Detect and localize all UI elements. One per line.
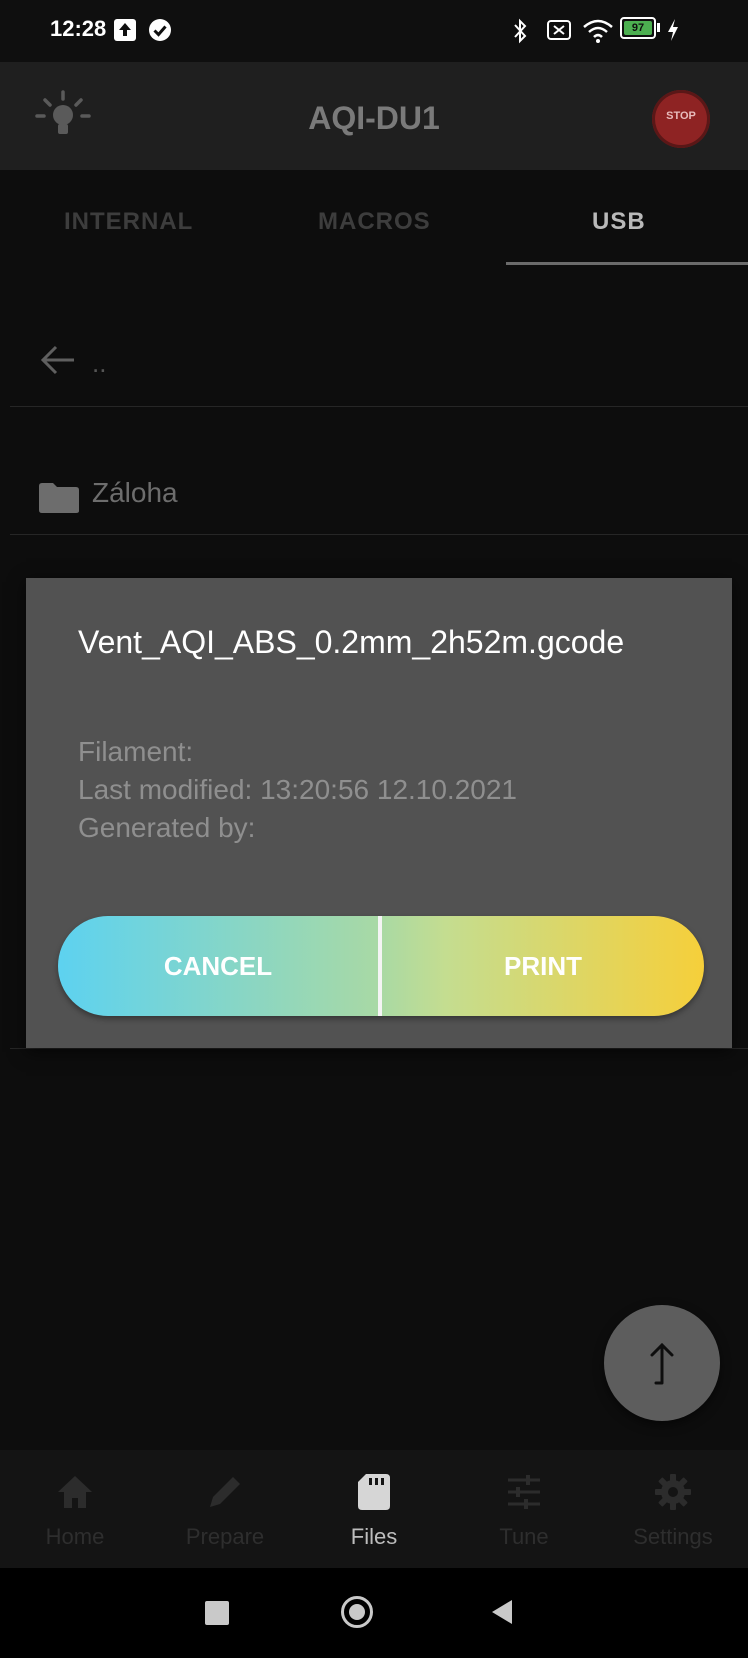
wifi-icon	[583, 19, 613, 43]
back-button[interactable]	[490, 1598, 514, 1626]
app-bar: AQI-DU1 STOP	[0, 62, 748, 170]
status-bar: 12:28 97	[0, 0, 748, 62]
nav-files[interactable]: Files	[299, 1450, 449, 1568]
system-navigation-bar	[0, 1568, 748, 1658]
folder-name: Záloha	[92, 477, 178, 508]
tab-internal[interactable]: INTERNAL	[64, 208, 193, 236]
emergency-stop-button[interactable]: STOP	[652, 90, 710, 148]
tab-bar: INTERNAL MACROS USB	[0, 170, 748, 282]
sliders-icon	[508, 1475, 540, 1509]
battery-tip	[657, 23, 660, 32]
folder-icon	[39, 483, 79, 513]
home-icon	[58, 1476, 92, 1508]
upload-arrow-icon	[650, 1342, 674, 1385]
tab-usb[interactable]: USB	[592, 208, 646, 236]
cancel-button[interactable]: CANCEL	[58, 916, 378, 1016]
app-title: AQI-DU1	[308, 100, 440, 136]
generated-by-info: Generated by:	[78, 812, 256, 843]
parent-directory-label: ..	[92, 348, 107, 378]
home-button[interactable]	[341, 1596, 373, 1628]
nav-label: Files	[350, 1524, 398, 1549]
gear-icon	[655, 1474, 691, 1510]
check-circle-icon	[149, 19, 171, 41]
filament-info: Filament:	[78, 736, 194, 767]
nav-label: Home	[45, 1524, 105, 1549]
home-button-dot	[349, 1604, 365, 1620]
nav-prepare[interactable]: Prepare	[150, 1450, 300, 1568]
sd-card-icon	[358, 1474, 390, 1510]
divider	[10, 406, 748, 407]
divider	[10, 1048, 748, 1049]
status-time: 12:28	[50, 16, 107, 41]
pencil-icon	[210, 1477, 240, 1507]
parent-directory-row[interactable]: ..	[0, 300, 748, 428]
upload-fab[interactable]	[604, 1305, 720, 1421]
battery-icon: 97	[620, 17, 656, 39]
stop-label: STOP	[666, 110, 696, 122]
battery-level: 97	[624, 21, 652, 35]
back-arrow-icon	[40, 345, 74, 375]
bottom-navigation: Home Prepare Files Tune Settings	[0, 1450, 748, 1568]
dialog-file-name: Vent_AQI_ABS_0.2mm_2h52m.gcode	[78, 624, 625, 660]
charging-icon	[668, 19, 678, 41]
sim-off-icon	[547, 20, 571, 40]
recents-button[interactable]	[205, 1601, 229, 1625]
file-details-dialog: Vent_AQI_ABS_0.2mm_2h52m.gcode Filament:…	[26, 578, 732, 1048]
dialog-button-group: CANCEL PRINT	[58, 916, 704, 1016]
nav-label: Prepare	[185, 1524, 265, 1549]
bluetooth-icon	[514, 18, 527, 44]
upload-notification-icon	[114, 19, 136, 41]
nav-tune[interactable]: Tune	[449, 1450, 599, 1568]
list-item[interactable]: Záloha	[0, 430, 748, 564]
divider	[10, 534, 748, 535]
active-tab-indicator	[506, 262, 748, 265]
nav-settings[interactable]: Settings	[598, 1450, 748, 1568]
last-modified-info: Last modified: 13:20:56 12.10.2021	[78, 774, 518, 805]
nav-home[interactable]: Home	[0, 1450, 150, 1568]
nav-label: Tune	[499, 1524, 549, 1549]
nav-label: Settings	[633, 1524, 713, 1549]
print-button[interactable]: PRINT	[382, 916, 704, 1016]
tab-macros[interactable]: MACROS	[318, 208, 431, 236]
